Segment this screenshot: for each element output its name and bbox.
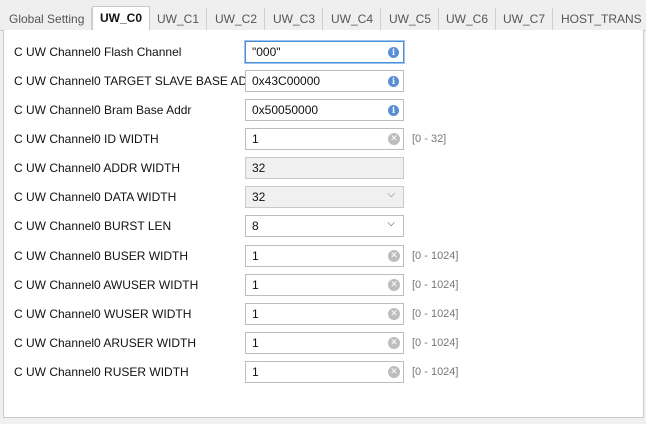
target-slave-base-addr-input[interactable]: 0x43C00000 i: [245, 70, 404, 92]
tab-uw-c3[interactable]: UW_C3: [266, 8, 324, 30]
burst-len-select[interactable]: 8 ⌵: [245, 215, 404, 237]
flash-channel-input[interactable]: "000" i: [245, 41, 404, 63]
field-value: 8: [252, 219, 259, 233]
clear-icon[interactable]: ✕: [388, 250, 400, 262]
param-label: C UW Channel0 AWUSER WIDTH: [14, 278, 199, 292]
param-label: C UW Channel0 BURST LEN: [14, 219, 172, 233]
param-label: C UW Channel0 Bram Base Addr: [14, 103, 192, 117]
awuser-width-input[interactable]: 1 ✕: [245, 274, 404, 296]
tab-uw-c2[interactable]: UW_C2: [208, 8, 266, 30]
field-value: 0x43C00000: [252, 74, 321, 88]
param-label: C UW Channel0 DATA WIDTH: [14, 190, 177, 204]
param-label: C UW Channel0 RUSER WIDTH: [14, 365, 189, 379]
addr-width-field: 32: [245, 157, 404, 179]
range-hint: [0 - 1024]: [412, 308, 459, 320]
range-hint: [0 - 1024]: [412, 366, 459, 378]
range-hint: [0 - 1024]: [412, 337, 459, 349]
wuser-width-input[interactable]: 1 ✕: [245, 303, 404, 325]
chevron-down-icon: ⌵: [387, 189, 395, 200]
chevron-down-icon[interactable]: ⌵: [387, 218, 395, 229]
info-icon[interactable]: i: [388, 47, 399, 58]
id-width-input[interactable]: 1 ✕: [245, 128, 404, 150]
range-hint: [0 - 32]: [412, 133, 447, 145]
tab-uw-c0[interactable]: UW_C0: [92, 6, 151, 31]
range-hint: [0 - 1024]: [412, 279, 459, 291]
buser-width-input[interactable]: 1 ✕: [245, 245, 404, 267]
param-label: C UW Channel0 ARUSER WIDTH: [14, 336, 197, 350]
field-value: 1: [252, 132, 259, 146]
field-value: 32: [252, 190, 266, 204]
tab-bar: Global Setting UW_C0 UW_C1 UW_C2 UW_C3 U…: [0, 0, 646, 31]
param-label: C UW Channel0 BUSER WIDTH: [14, 249, 189, 263]
clear-icon[interactable]: ✕: [388, 337, 400, 349]
field-value: 1: [252, 278, 259, 292]
range-hint: [0 - 1024]: [412, 250, 459, 262]
info-icon[interactable]: i: [388, 105, 399, 116]
tab-uw-c4[interactable]: UW_C4: [324, 8, 382, 30]
param-label: C UW Channel0 ADDR WIDTH: [14, 161, 181, 175]
tab-uw-c6[interactable]: UW_C6: [439, 8, 497, 30]
param-label: C UW Channel0 WUSER WIDTH: [14, 307, 192, 321]
field-value: "000": [252, 45, 281, 59]
data-width-select: 32 ⌵: [245, 186, 404, 208]
ruser-width-input[interactable]: 1 ✕: [245, 361, 404, 383]
field-value: 0x50050000: [252, 103, 319, 117]
tab-uw-c1[interactable]: UW_C1: [150, 8, 208, 30]
bram-base-addr-input[interactable]: 0x50050000 i: [245, 99, 404, 121]
clear-icon[interactable]: ✕: [388, 133, 400, 145]
clear-icon[interactable]: ✕: [388, 279, 400, 291]
field-value: 32: [252, 161, 266, 175]
field-value: 1: [252, 307, 259, 321]
field-value: 1: [252, 365, 259, 379]
clear-icon[interactable]: ✕: [388, 308, 400, 320]
field-value: 1: [252, 249, 259, 263]
info-icon[interactable]: i: [388, 76, 399, 87]
param-label: C UW Channel0 Flash Channel: [14, 45, 182, 59]
tab-host-trans[interactable]: HOST_TRANS: [554, 8, 646, 30]
aruser-width-input[interactable]: 1 ✕: [245, 332, 404, 354]
tab-global-setting[interactable]: Global Setting: [2, 8, 93, 30]
clear-icon[interactable]: ✕: [388, 366, 400, 378]
param-label: C UW Channel0 ID WIDTH: [14, 132, 159, 146]
tab-uw-c5[interactable]: UW_C5: [382, 8, 440, 30]
tab-uw-c7[interactable]: UW_C7: [496, 8, 554, 30]
field-value: 1: [252, 336, 259, 350]
param-label: C UW Channel0 TARGET SLAVE BASE ADDR: [14, 74, 265, 88]
